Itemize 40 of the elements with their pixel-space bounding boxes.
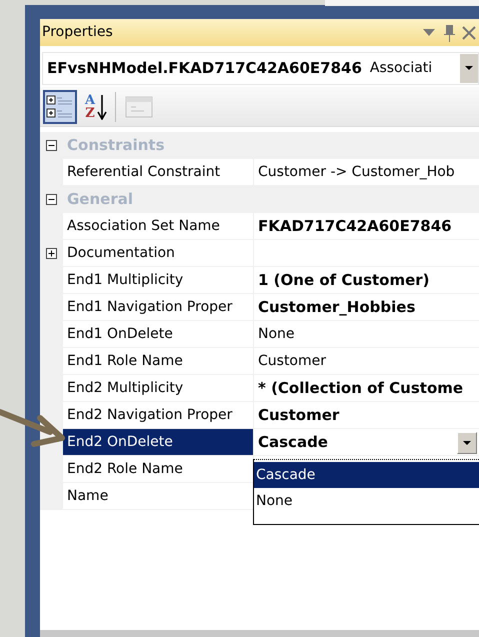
property-name[interactable]: End1 Multiplicity [63,267,254,294]
property-name[interactable]: End1 OnDelete [63,321,254,348]
property-value: FKAD717C42A60E7846 [258,216,452,237]
categorized-button[interactable] [43,90,77,124]
property-value: Customer [258,352,326,370]
object-type: Associati [370,59,434,78]
property-value: 1 (One of Customer) [258,270,430,291]
caret-icon [465,66,473,71]
property-value: * (Collection of Custome [258,378,464,399]
dropdown-arrow-icon[interactable] [423,28,435,36]
object-name: EFvsNHModel.FKAD717C42A60E7846 [47,58,362,80]
property-name[interactable]: End2 Multiplicity [63,375,254,402]
property-value: None [258,324,295,344]
property-value: Cascade [258,432,328,453]
property-name[interactable]: Association Set Name [63,213,254,240]
property-value: Customer_Hobbies [258,296,416,318]
property-name[interactable]: End1 Role Name [63,348,254,375]
dropdown-option[interactable]: None [254,488,479,514]
dropdown-button[interactable] [457,432,477,454]
caret-icon [463,440,471,446]
panel-title: Properties [42,23,114,42]
property-name[interactable]: Documentation [63,240,254,267]
object-selector[interactable]: EFvsNHModel.FKAD717C42A60E7846 Associati [42,52,479,85]
dropdown-option[interactable]: Cascade [254,462,479,488]
property-value: Customer [258,404,340,426]
sort-alphabetical-button[interactable]: A Z [83,90,110,124]
property-name[interactable]: End2 Role Name [63,456,254,483]
property-name[interactable]: End1 Navigation Proper [63,294,254,321]
property-value: Customer -> Customer_Hob [258,162,455,182]
sort-letter: Z [85,106,96,120]
down-arrow-icon [97,94,108,120]
property-name[interactable]: End2 OnDelete [63,429,254,456]
collapse-icon[interactable] [46,194,57,205]
expand-icon[interactable] [46,248,57,259]
sort-letter: A [85,94,96,106]
collapse-icon[interactable] [46,140,57,151]
dropdown-button[interactable] [460,54,478,83]
pin-icon[interactable] [443,24,455,42]
property-name[interactable]: Name [63,483,254,510]
close-icon[interactable] [461,24,477,40]
